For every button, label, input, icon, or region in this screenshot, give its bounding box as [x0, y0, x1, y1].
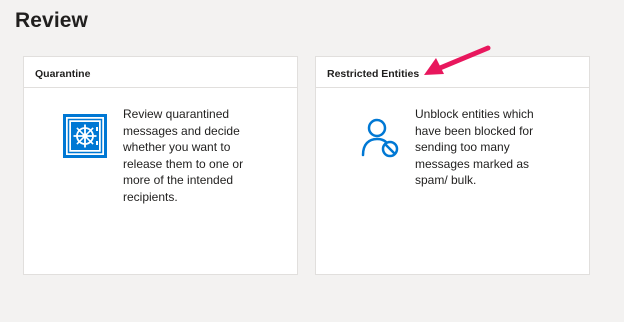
blocked-user-icon	[360, 118, 400, 163]
pointer-arrow-icon	[420, 44, 492, 85]
quarantine-card-description: Review quarantined messages and decide w…	[123, 107, 244, 204]
page-title: Review	[15, 9, 88, 32]
quarantine-card[interactable]: Quarantine Review quarantined messages a…	[23, 56, 298, 275]
restricted-entities-card[interactable]: Restricted Entities Unblock entities whi…	[315, 56, 590, 275]
vault-icon	[63, 114, 107, 163]
quarantine-card-title: Quarantine	[24, 57, 297, 88]
restricted-entities-card-description: Unblock entities which have been blocked…	[415, 107, 534, 187]
